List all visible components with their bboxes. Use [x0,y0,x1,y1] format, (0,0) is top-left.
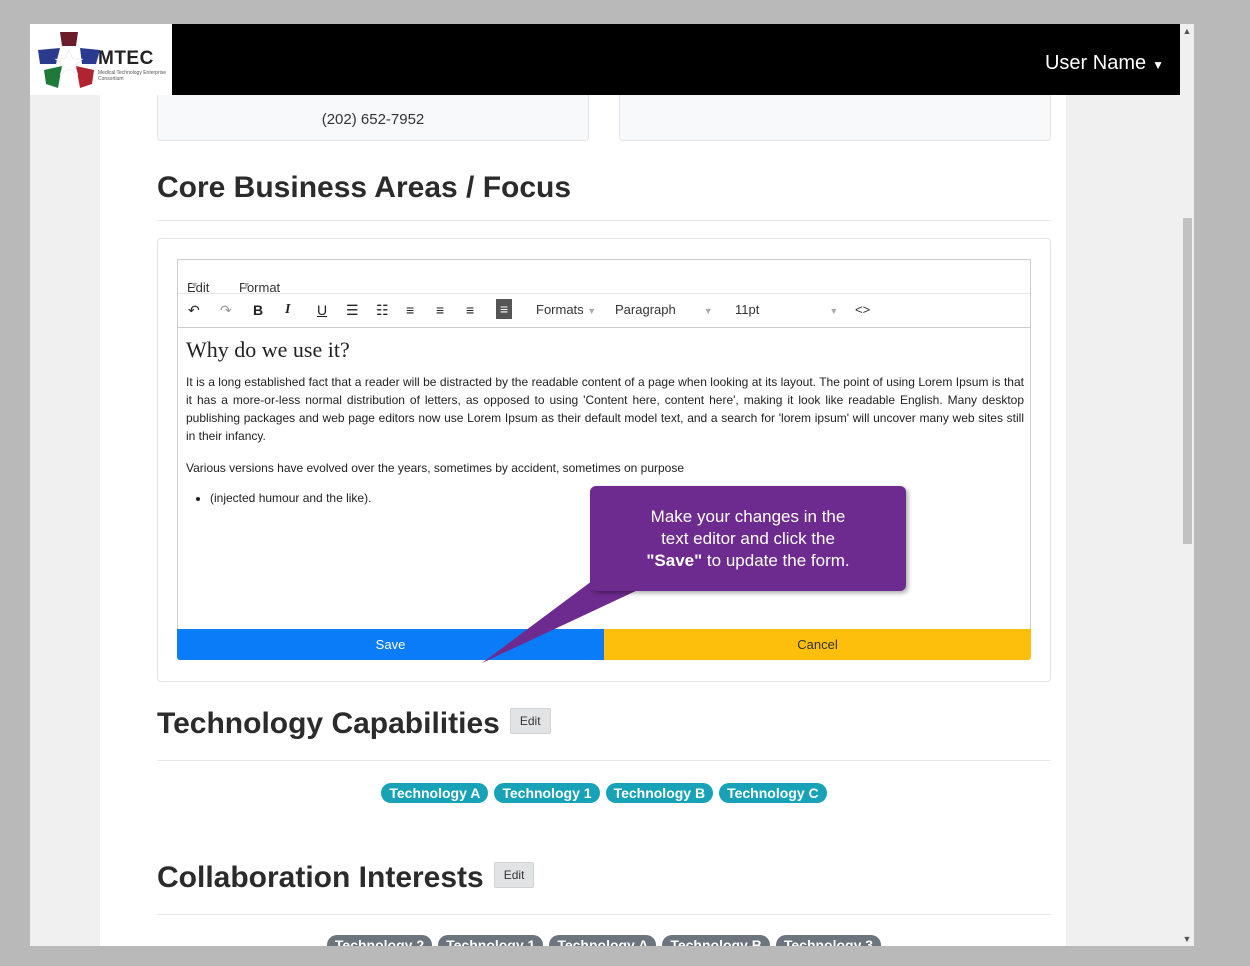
edit-collab-button[interactable]: Edit [493,862,535,889]
phone-number: (202) 652-7952 [321,111,425,128]
callout-save-text: "Save" [646,551,703,570]
content-title: Why do we use it? [186,337,350,362]
contact-card: (202) 652-7952 [157,95,589,141]
align-justify-icon[interactable]: ≡ [496,299,513,319]
collab-badge: Technology B [662,935,770,946]
profile-page: (202) 652-7952 Core Business Areas / Foc… [100,95,1066,946]
underline-icon[interactable]: U [317,302,327,318]
formats-dropdown[interactable]: Formats ▼ [536,302,596,317]
divider [157,914,1051,915]
tech-capabilities-heading: Technology Capabilities Edit [157,707,551,741]
font-size-select[interactable]: 11pt ▼ [735,302,838,317]
scrollbar-thumb[interactable] [1183,218,1192,544]
editor-content[interactable]: Why do we use it? It is a long establish… [186,330,1024,505]
caret-down-icon: ▼ [1152,58,1164,72]
core-business-heading: Core Business Areas / Focus [157,171,572,204]
tech-badge: Technology C [719,783,827,803]
editor-toolbar: ↶ ↷ B I U ☰ ☷ ≡ ≡ ≡ ≡ Formats ▼ Paragrap… [178,294,1030,328]
source-code-icon[interactable]: <> [855,302,870,317]
divider [157,760,1051,761]
scroll-down-icon[interactable]: ▼ [1180,932,1194,946]
vertical-scrollbar[interactable]: ▲ ▼ [1180,24,1194,946]
collab-badge: Technology 2 [326,935,433,946]
align-center-icon[interactable]: ≡ [436,302,444,318]
top-navbar: MTEC Medical Technology Enterprise Conso… [30,24,1180,95]
italic-icon[interactable]: I [285,302,290,318]
align-left-icon[interactable]: ≡ [406,302,414,318]
redo-icon[interactable]: ↷ [220,302,232,319]
star-logo-icon [38,32,100,88]
callout-line: text editor and click the [661,529,835,548]
block-format-select[interactable]: Paragraph ▼ [615,302,713,317]
undo-icon[interactable]: ↶ [188,302,200,319]
user-menu[interactable]: User Name ▼ [1045,52,1164,75]
contact-card-empty [619,95,1051,141]
tech-badge: Technology A [381,783,489,803]
bullet-list-icon[interactable]: ☰ [346,302,359,319]
divider [157,220,1051,221]
logo-subtitle: Medical Technology Enterprise Consortium [98,70,167,82]
tech-badges: Technology A Technology 1 Technology B Tech… [157,783,1051,803]
browser-window: MTEC Medical Technology Enterprise Conso… [30,24,1194,946]
collab-badge: Technology A [549,935,657,946]
collab-badges: Technology 2 Technology 1 Technology A Tech… [157,935,1051,946]
logo-name: MTEC [98,48,154,69]
collab-badge: Technology 1 [438,935,544,946]
callout-line: Make your changes in the [650,507,846,526]
collaboration-heading: Collaboration Interests Edit [157,861,535,895]
tech-badge: Technology B [605,783,714,803]
editor-menubar: Edit ▼ Format ▼ [178,260,1030,295]
content-paragraph: It is a long established fact that a rea… [186,375,1024,443]
bold-icon[interactable]: B [253,302,263,318]
mtec-logo[interactable]: MTEC Medical Technology Enterprise Conso… [30,24,172,95]
callout-line: to update the form. [702,551,850,570]
edit-tech-button[interactable]: Edit [509,708,551,735]
content-paragraph: Various versions have evolved over the y… [186,461,685,475]
scroll-up-icon[interactable]: ▲ [1180,24,1194,38]
collab-badge: Technology 3 [775,935,882,946]
help-callout: Make your changes in the text editor and… [590,486,906,591]
user-name: User Name [1044,52,1147,74]
align-right-icon[interactable]: ≡ [466,302,474,318]
tech-badge: Technology 1 [494,783,600,803]
numbered-list-icon[interactable]: ☷ [376,302,389,319]
